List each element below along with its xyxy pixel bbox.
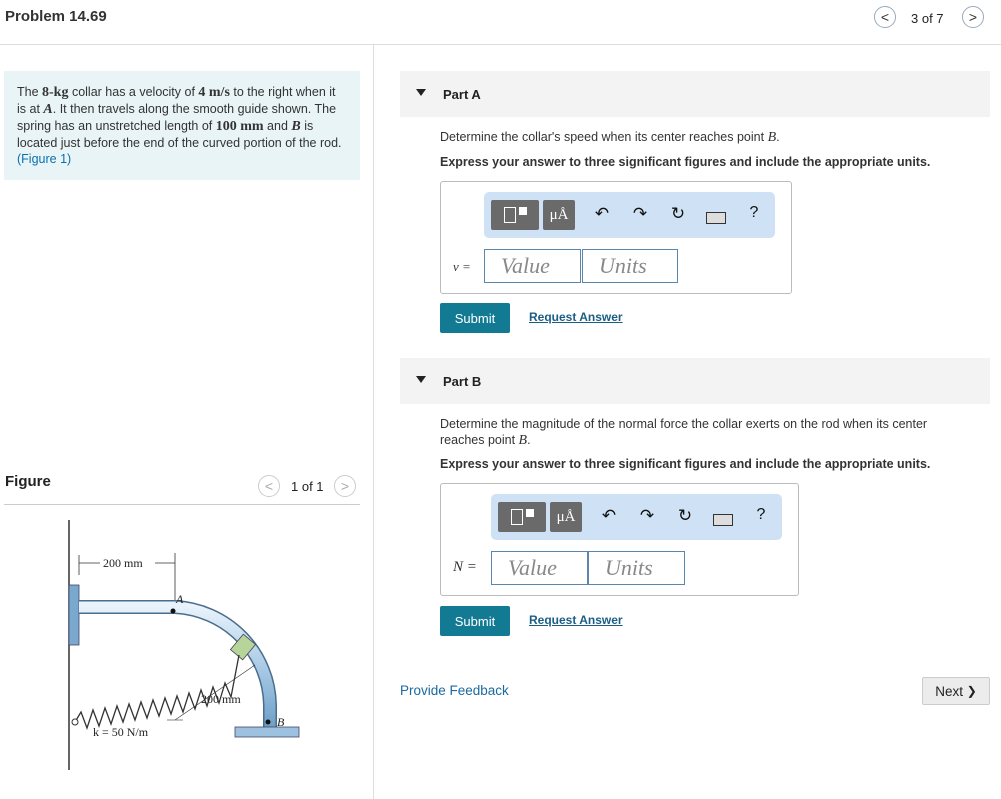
guide-rod xyxy=(79,601,276,727)
part-b-request-answer-link[interactable]: Request Answer xyxy=(529,613,623,627)
part-b-toolbar: μÅ ↶ ↷ ↻ ? xyxy=(491,494,782,540)
figure-heading: Figure xyxy=(5,473,51,490)
part-a-var-label: v = xyxy=(453,259,471,274)
redo-icon[interactable]: ↷ xyxy=(630,204,650,224)
exponent-template-icon xyxy=(518,207,527,215)
figure-divider xyxy=(4,504,360,505)
next-button[interactable]: Next ❯ xyxy=(922,677,990,705)
point-b-dot xyxy=(265,719,271,725)
question-text: Determine the collar's speed when its ce… xyxy=(440,130,768,144)
question-var: B xyxy=(518,433,528,448)
problem-text: and xyxy=(263,119,292,133)
keyboard-icon[interactable] xyxy=(713,514,733,526)
fraction-template-icon xyxy=(510,509,523,525)
redo-icon[interactable]: ↷ xyxy=(637,506,657,526)
part-b-answer-box: μÅ ↶ ↷ ↻ ? N = Value Units xyxy=(440,483,799,596)
part-b-header[interactable]: Part B xyxy=(400,358,990,404)
page-indicator: 3 of 7 xyxy=(911,11,944,26)
part-a-submit-button[interactable]: Submit xyxy=(440,303,510,333)
part-b-value-input[interactable]: Value xyxy=(491,551,588,585)
figure-pager: 1 of 1 xyxy=(291,479,324,494)
problem-point-a: A xyxy=(43,102,53,117)
column-divider xyxy=(373,45,374,799)
wall-mount xyxy=(68,584,80,646)
point-a-dot xyxy=(170,608,176,614)
part-a-answer-box: μÅ ↶ ↷ ↻ ? v = Value Units xyxy=(440,181,792,294)
figure-link[interactable]: (Figure 1) xyxy=(17,152,71,166)
rod-base xyxy=(234,726,300,738)
part-a-instruction: Express your answer to three significant… xyxy=(440,155,931,169)
problem-length: 100 mm xyxy=(215,119,264,134)
dim-top-label: 200 mm xyxy=(103,556,143,570)
problem-statement: The 8-kg collar has a velocity of 4 m/s … xyxy=(4,71,360,180)
chevron-left-icon: < xyxy=(880,9,890,25)
next-problem-button[interactable]: > xyxy=(962,6,984,28)
part-a-question: Determine the collar's speed when its ce… xyxy=(440,129,780,146)
prev-problem-button[interactable]: < xyxy=(874,6,896,28)
chevron-right-icon: ❯ xyxy=(966,684,977,698)
question-var: B xyxy=(767,130,777,145)
spring-anchor xyxy=(71,718,79,726)
problem-point-b: B xyxy=(291,119,301,134)
keyboard-icon[interactable] xyxy=(706,212,726,224)
fraction-template-icon xyxy=(503,207,516,223)
help-icon[interactable]: ? xyxy=(751,506,771,524)
question-text: . xyxy=(527,433,531,447)
spring-constant-label: k = 50 N/m xyxy=(93,725,149,739)
wall xyxy=(55,520,69,770)
figure-prev-button[interactable]: < xyxy=(258,475,280,497)
problem-title: Problem 14.69 xyxy=(5,8,107,25)
part-b-instruction: Express your answer to three significant… xyxy=(440,457,931,471)
collar-rod-diagram: 200 mm A 200 mm B k = 50 N/m xyxy=(55,520,300,770)
part-b-submit-button[interactable]: Submit xyxy=(440,606,510,636)
chevron-left-icon: < xyxy=(264,478,274,494)
part-a-toolbar: μÅ ↶ ↷ ↻ ? xyxy=(484,192,775,238)
part-a-label: Part A xyxy=(443,87,481,102)
question-text: Determine the magnitude of the normal fo… xyxy=(440,417,928,447)
dim-radius-label: 200 mm xyxy=(201,692,241,706)
figure-next-button[interactable]: > xyxy=(334,475,356,497)
problem-text: The xyxy=(17,85,43,99)
point-a-label: A xyxy=(175,592,184,606)
part-b-var-label: N = xyxy=(453,559,477,575)
chevron-right-icon: > xyxy=(968,9,978,25)
part-b-label: Part B xyxy=(443,374,482,389)
help-icon[interactable]: ? xyxy=(744,204,764,222)
templates-button[interactable] xyxy=(491,200,539,230)
part-a-request-answer-link[interactable]: Request Answer xyxy=(529,310,623,324)
units-button[interactable]: μÅ xyxy=(550,502,582,532)
part-a-header[interactable]: Part A xyxy=(400,71,990,117)
problem-mass: 8-kg xyxy=(42,85,69,100)
undo-icon[interactable]: ↶ xyxy=(599,506,619,526)
provide-feedback-link[interactable]: Provide Feedback xyxy=(400,683,509,698)
templates-button[interactable] xyxy=(498,502,546,532)
collapse-triangle-icon xyxy=(416,376,426,383)
collapse-triangle-icon xyxy=(416,89,426,96)
guide-rod-outline xyxy=(79,600,277,727)
problem-text: collar has a velocity of xyxy=(68,85,199,99)
part-a-units-input[interactable]: Units xyxy=(582,249,678,283)
undo-icon[interactable]: ↶ xyxy=(592,204,612,224)
part-a-value-input[interactable]: Value xyxy=(484,249,581,283)
part-b-question: Determine the magnitude of the normal fo… xyxy=(440,416,960,449)
point-b-label: B xyxy=(277,715,285,729)
chevron-right-icon: > xyxy=(340,478,350,494)
exponent-template-icon xyxy=(525,509,534,517)
problem-velocity: 4 m/s xyxy=(198,85,230,100)
units-button[interactable]: μÅ xyxy=(543,200,575,230)
reset-icon[interactable]: ↻ xyxy=(675,506,695,526)
reset-icon[interactable]: ↻ xyxy=(668,204,688,224)
header-divider xyxy=(0,44,1001,45)
part-b-units-input[interactable]: Units xyxy=(588,551,685,585)
next-label: Next xyxy=(935,683,963,699)
question-text: . xyxy=(776,130,780,144)
